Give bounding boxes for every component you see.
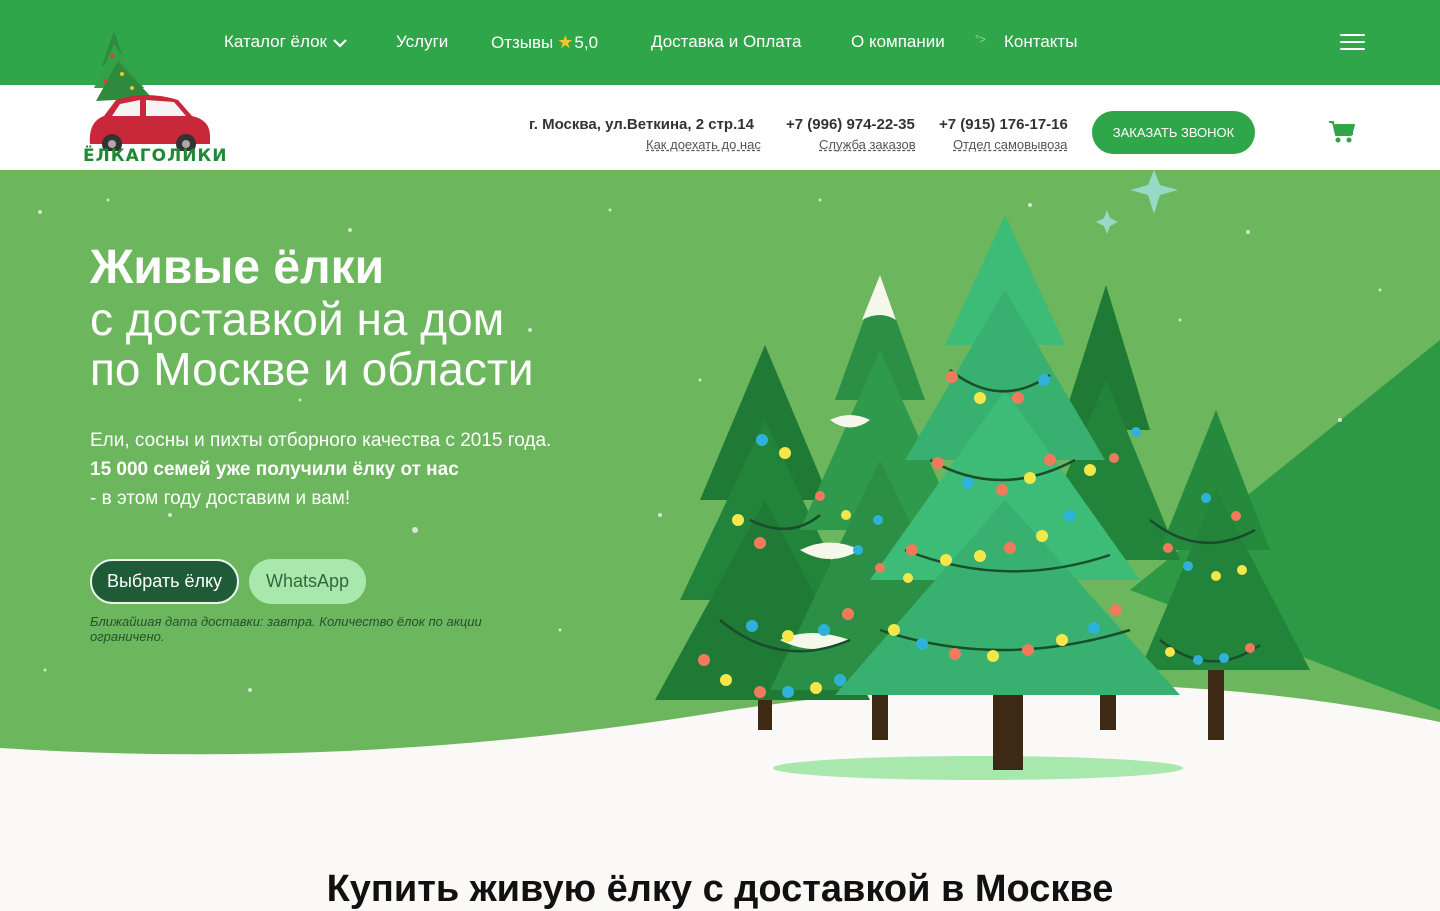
hero-title-line-2: с доставкой на дом xyxy=(90,293,505,345)
nav-delivery[interactable]: Доставка и Оплата xyxy=(651,31,801,53)
phone-orders[interactable]: +7 (996) 974-22-35 xyxy=(786,116,915,133)
nav-catalog[interactable]: Каталог ёлок xyxy=(224,31,347,54)
section-title: Купить живую ёлку с доставкой в Москве xyxy=(326,868,1114,910)
nav-about[interactable]: О компании xyxy=(851,31,945,53)
nav-catalog-label: Каталог ёлок xyxy=(224,32,327,51)
hero-text-1: Ели, сосны и пихты отборного качества с … xyxy=(90,430,552,451)
phone-orders-label: Служба заказов xyxy=(819,137,916,152)
whatsapp-button[interactable]: WhatsApp xyxy=(249,559,366,604)
choose-tree-button[interactable]: Выбрать ёлку xyxy=(90,559,239,604)
nav-services[interactable]: Услуги xyxy=(396,31,448,53)
menu-icon[interactable] xyxy=(1340,34,1365,52)
logo[interactable]: ЁЛКАГОЛИКИ xyxy=(82,26,227,168)
callback-button[interactable]: ЗАКАЗАТЬ ЗВОНОК xyxy=(1092,111,1255,154)
phone-pickup-label: Отдел самовывоза xyxy=(953,137,1068,152)
star-icon: ★ xyxy=(557,32,574,52)
chevron-down-icon xyxy=(333,32,347,54)
nav-contacts[interactable]: Контакты xyxy=(1004,31,1077,53)
logo-car-tree-icon xyxy=(89,31,210,154)
logo-text: ЁЛКАГОЛИКИ xyxy=(83,146,228,166)
nav-separator: °> xyxy=(975,34,986,46)
directions-link[interactable]: Как доехать до нас xyxy=(646,137,761,152)
cart-icon[interactable] xyxy=(1328,119,1356,145)
nav-reviews-rating: 5,0 xyxy=(574,33,599,52)
hero-title: Живые ёлки xyxy=(90,241,385,294)
phone-pickup[interactable]: +7 (915) 176-17-16 xyxy=(939,116,1068,133)
delivery-note: Ближайшая дата доставки: завтра. Количес… xyxy=(90,614,482,644)
nav-reviews-label: Отзывы xyxy=(491,33,554,52)
hero-text-3: - в этом году доставим и вам! xyxy=(90,488,351,509)
hero-text-2: 15 000 семей уже получили ёлку от нас xyxy=(90,459,459,480)
address: г. Москва, ул.Веткина, 2 стр.14 xyxy=(529,116,754,133)
hero-section: Живые ёлки с доставкой на дом по Москве … xyxy=(0,170,1440,900)
nav-reviews[interactable]: Отзывы ★5,0 xyxy=(491,31,598,54)
hero-title-line-3: по Москве и области xyxy=(90,343,534,395)
